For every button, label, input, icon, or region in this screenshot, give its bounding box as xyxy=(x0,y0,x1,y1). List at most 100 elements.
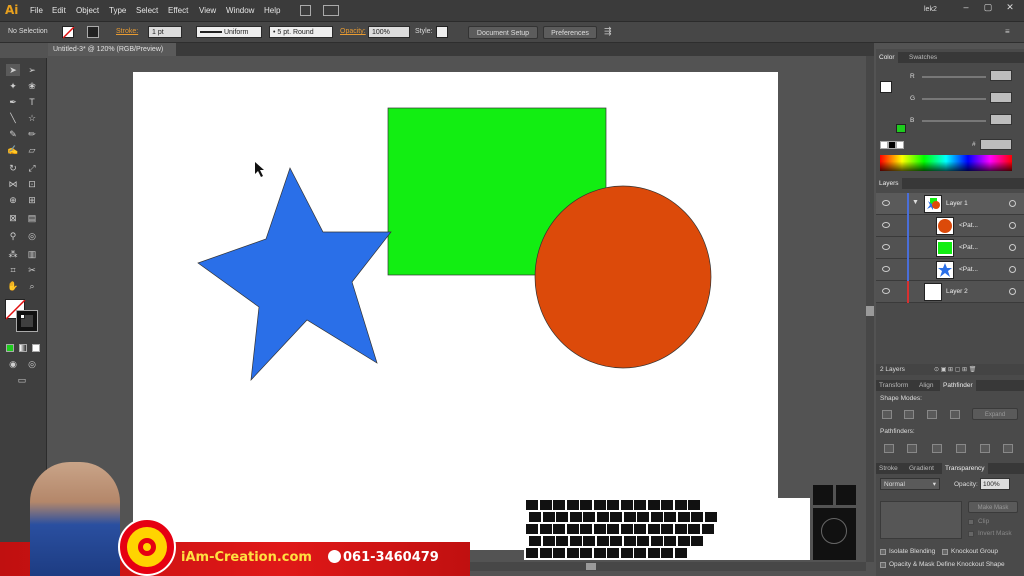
line-tool-icon[interactable]: ╲ xyxy=(6,112,20,124)
layers-footer-icons[interactable]: ⊙ ▣ ⊞ ▢ ⊞ 🗑 xyxy=(934,366,976,373)
menu-window[interactable]: Window xyxy=(226,6,254,15)
expand-button[interactable]: Expand xyxy=(972,408,1018,420)
clip-checkbox[interactable] xyxy=(968,519,974,525)
invert-mask-checkbox[interactable] xyxy=(968,531,974,537)
arrange-icon[interactable]: ⇶ xyxy=(604,26,612,37)
path-name[interactable]: <Pat... xyxy=(959,222,978,229)
b-slider[interactable] xyxy=(922,120,986,122)
tab-transparency[interactable]: Transparency xyxy=(942,463,988,474)
visibility-eye-icon[interactable] xyxy=(882,288,890,294)
make-mask-button[interactable]: Make Mask xyxy=(968,501,1018,513)
stroke-weight-field[interactable]: 1 pt xyxy=(148,26,182,38)
visibility-eye-icon[interactable] xyxy=(882,200,890,206)
visibility-eye-icon[interactable] xyxy=(882,266,890,272)
bridge-icon[interactable] xyxy=(300,5,311,16)
menu-object[interactable]: Object xyxy=(76,6,99,15)
color-panel-fill-icon[interactable] xyxy=(880,81,892,93)
crop-icon[interactable] xyxy=(956,444,966,453)
arrange-documents-icon[interactable] xyxy=(323,5,339,16)
transparency-opacity-field[interactable]: 100% xyxy=(980,478,1010,490)
blend-tool-icon[interactable]: ◎ xyxy=(25,230,39,242)
screen-mode-icon[interactable]: ▭ xyxy=(15,374,29,386)
trim-icon[interactable] xyxy=(907,444,917,453)
tab-color[interactable]: Color xyxy=(876,52,898,63)
opacity-field[interactable]: 100% xyxy=(368,26,410,38)
gradient-mode-icon[interactable] xyxy=(19,344,27,352)
tab-layers[interactable]: Layers xyxy=(876,178,902,189)
close-icon[interactable]: ✕ xyxy=(1000,1,1020,14)
zoom-tool-icon[interactable]: ⌕ xyxy=(25,280,39,292)
slice-tool-icon[interactable]: ✂ xyxy=(25,264,39,276)
symbol-sprayer-tool-icon[interactable]: ⁂ xyxy=(6,248,20,260)
fill-none-icon[interactable] xyxy=(62,26,75,39)
target-icon[interactable] xyxy=(1009,200,1016,207)
vertical-scrollbar[interactable] xyxy=(866,56,874,562)
pen-tool-icon[interactable]: ✒ xyxy=(6,96,20,108)
graph-tool-icon[interactable]: ▥ xyxy=(25,248,39,260)
draw-normal-icon[interactable]: ◉ xyxy=(6,358,20,370)
unite-icon[interactable] xyxy=(882,410,892,419)
layer-row[interactable]: <Pat... xyxy=(876,237,1024,259)
layer-name[interactable]: Layer 2 xyxy=(946,288,968,295)
minus-front-icon[interactable] xyxy=(904,410,914,419)
none-swatch[interactable] xyxy=(880,141,888,149)
menu-effect[interactable]: Effect xyxy=(168,6,188,15)
direct-selection-tool-icon[interactable]: ➢ xyxy=(25,64,39,76)
document-setup-button[interactable]: Document Setup xyxy=(468,26,538,39)
layer-name[interactable]: Layer 1 xyxy=(946,200,968,207)
b-value-field[interactable] xyxy=(990,114,1012,125)
draw-behind-icon[interactable]: ◎ xyxy=(25,358,39,370)
target-icon[interactable] xyxy=(1009,266,1016,273)
exclude-icon[interactable] xyxy=(950,410,960,419)
r-slider[interactable] xyxy=(922,76,986,78)
tab-gradient[interactable]: Gradient xyxy=(906,463,937,474)
blue-star[interactable] xyxy=(197,167,392,382)
tab-align[interactable]: Align xyxy=(916,380,936,391)
paintbrush-tool-icon[interactable]: ✎ xyxy=(6,128,20,140)
white-swatch[interactable] xyxy=(896,141,904,149)
layer-row[interactable]: ▼ Layer 1 xyxy=(876,193,1024,215)
graphic-style-swatch[interactable] xyxy=(436,26,448,38)
selection-tool-icon[interactable]: ➤ xyxy=(6,64,20,76)
shape-builder-tool-icon[interactable]: ⊕ xyxy=(6,194,20,206)
path-name[interactable]: <Pat... xyxy=(959,266,978,273)
tab-transform[interactable]: Transform xyxy=(876,380,911,391)
scale-tool-icon[interactable]: ⤢ xyxy=(25,162,39,174)
g-slider[interactable] xyxy=(922,98,986,100)
blend-mode-select[interactable]: Normal ▾ xyxy=(880,478,940,490)
tab-swatches[interactable]: Swatches xyxy=(906,52,940,63)
brush-definition[interactable]: • 5 pt. Round xyxy=(269,26,333,38)
menu-type[interactable]: Type xyxy=(109,6,126,15)
type-tool-icon[interactable]: T xyxy=(25,96,39,108)
magic-wand-tool-icon[interactable]: ✦ xyxy=(6,80,20,92)
minus-back-icon[interactable] xyxy=(1003,444,1013,453)
g-value-field[interactable] xyxy=(990,92,1012,103)
out-of-gamut-swatch[interactable] xyxy=(896,124,906,133)
intersect-icon[interactable] xyxy=(927,410,937,419)
stroke-label[interactable]: Stroke: xyxy=(116,28,138,35)
preferences-button[interactable]: Preferences xyxy=(543,26,597,39)
panel-menu-icon[interactable]: ≡ xyxy=(1005,27,1010,36)
r-value-field[interactable] xyxy=(990,70,1012,81)
target-icon[interactable] xyxy=(1009,222,1016,229)
free-transform-tool-icon[interactable]: ⊡ xyxy=(25,178,39,190)
perspective-grid-tool-icon[interactable]: ⊞ xyxy=(25,194,39,206)
menu-file[interactable]: File xyxy=(30,6,43,15)
tab-pathfinder[interactable]: Pathfinder xyxy=(940,380,976,391)
target-icon[interactable] xyxy=(1009,288,1016,295)
menu-help[interactable]: Help xyxy=(264,6,280,15)
vertical-scroll-thumb[interactable] xyxy=(866,306,874,316)
path-name[interactable]: <Pat... xyxy=(959,244,978,251)
hex-field[interactable] xyxy=(980,139,1012,150)
variable-width-profile[interactable]: Uniform xyxy=(196,26,262,38)
stroke-color-icon[interactable] xyxy=(16,310,38,332)
width-tool-icon[interactable]: ⋈ xyxy=(6,178,20,190)
black-swatch[interactable] xyxy=(888,141,896,149)
blob-brush-tool-icon[interactable]: ✍ xyxy=(6,144,20,156)
opacity-label[interactable]: Opacity: xyxy=(340,28,366,35)
expand-triangle-icon[interactable]: ▼ xyxy=(912,199,919,206)
maximize-icon[interactable]: ▢ xyxy=(978,1,998,14)
eraser-tool-icon[interactable]: ▱ xyxy=(25,144,39,156)
mesh-tool-icon[interactable]: ⊠ xyxy=(6,212,20,224)
document-tab[interactable]: Untitled-3* @ 120% (RGB/Preview) xyxy=(48,43,176,56)
